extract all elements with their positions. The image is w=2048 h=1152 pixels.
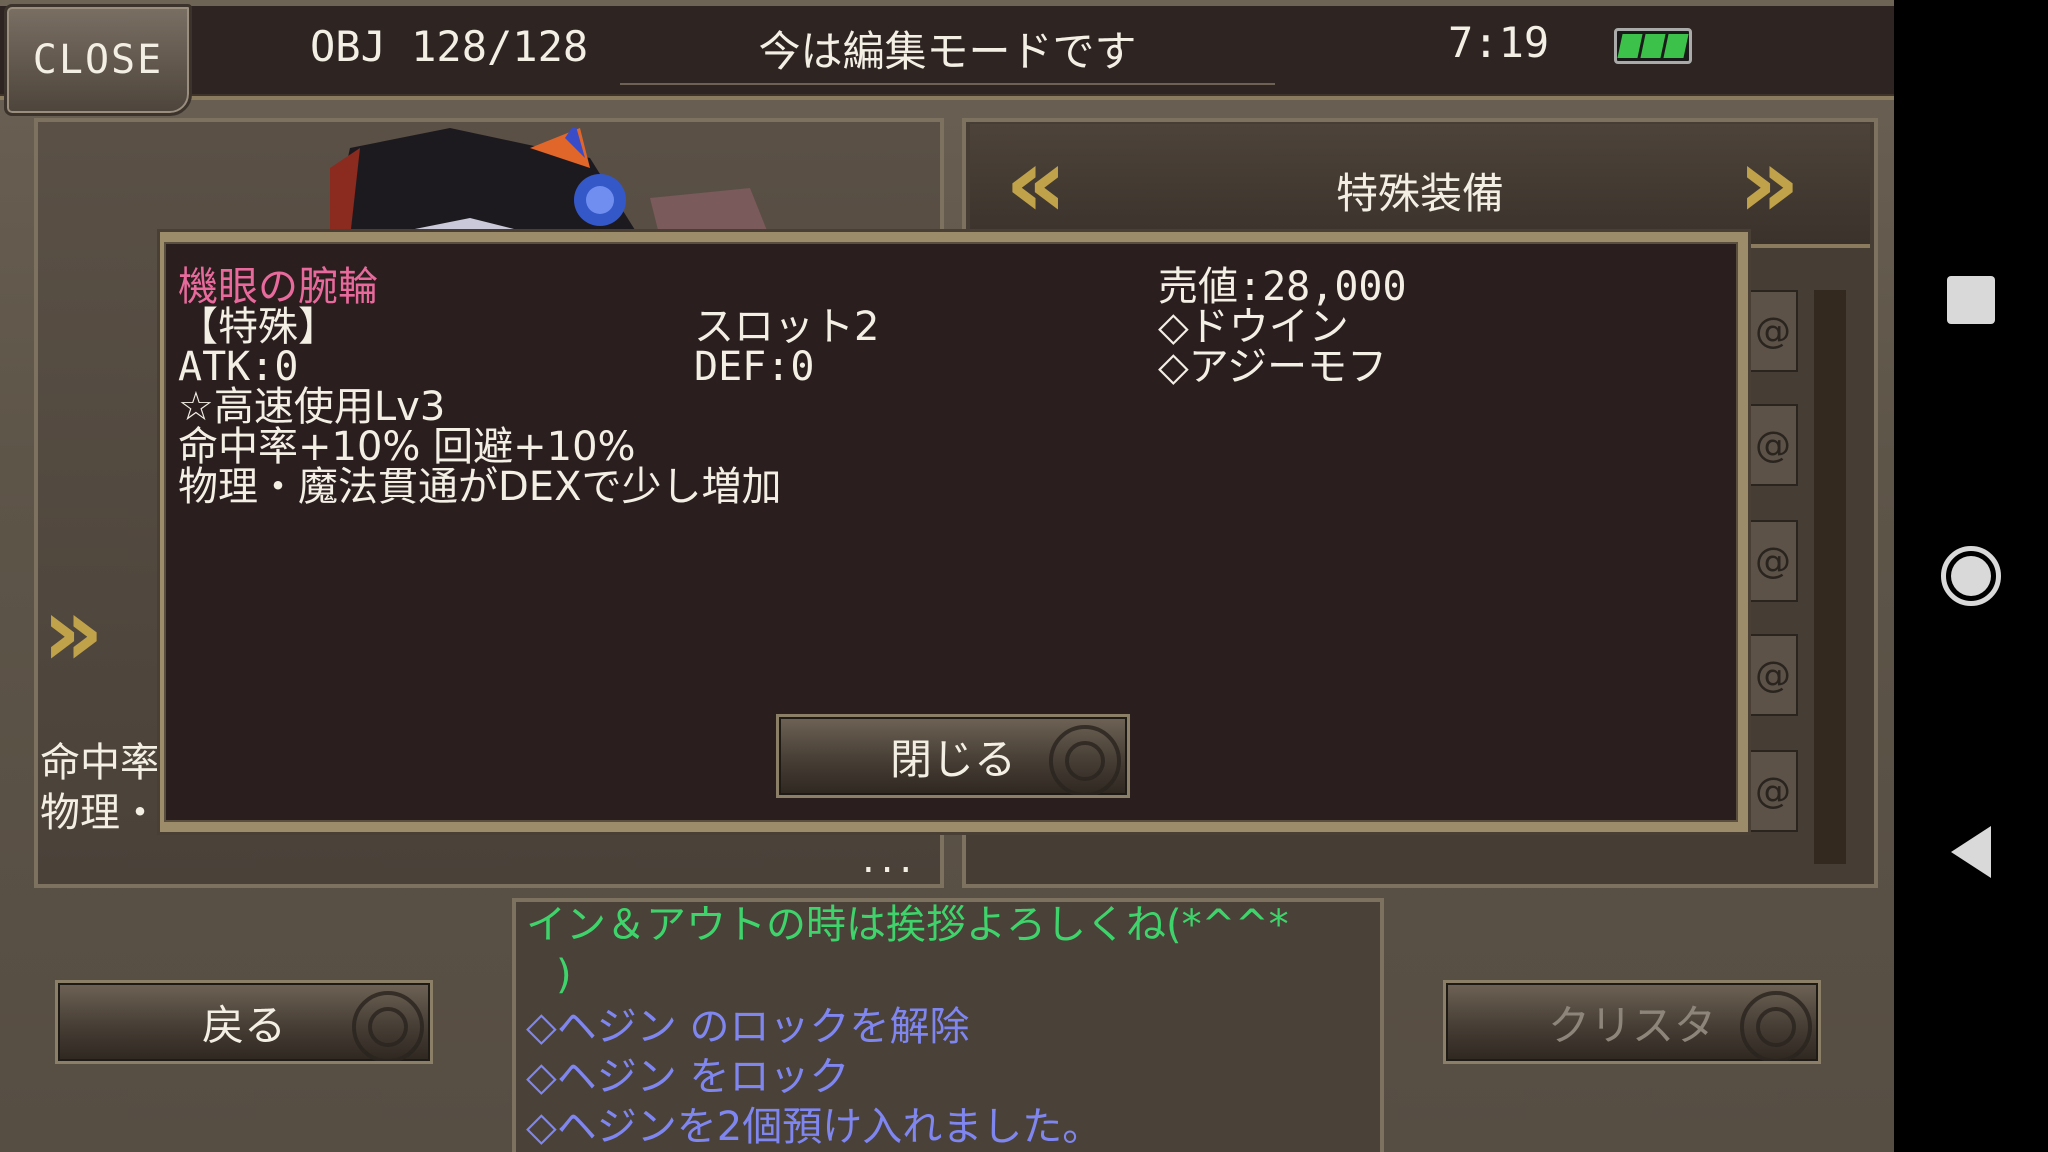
top-bar: OBJ 128/128 今は編集モードです 7:19 bbox=[0, 0, 1894, 100]
item-effect-2: 物理・魔法貫通がDEXで少し増加 bbox=[178, 464, 782, 510]
item-effect-1: 命中率+10% 回避+10% bbox=[178, 424, 636, 470]
item-slot: スロット2 bbox=[694, 304, 880, 350]
item-name: 機眼の腕輪 bbox=[178, 264, 378, 310]
crysta-button[interactable]: クリスタ bbox=[1443, 980, 1821, 1064]
system-navigation-bar bbox=[1894, 0, 2048, 1152]
close-popup-button[interactable]: 閉じる bbox=[776, 714, 1130, 798]
chat-message-lock: ◇ヘジン をロック bbox=[526, 1054, 850, 1100]
item-source-2: ◇アジーモフ bbox=[1158, 344, 1388, 390]
more-indicator: ... bbox=[862, 836, 919, 882]
swirl-ornament-icon bbox=[1049, 725, 1121, 795]
item-detail-popup: 機眼の腕輪 【特殊】 スロット2 ATK:0 DEF:0 ☆高速使用Lv3 命中… bbox=[160, 232, 1748, 832]
item-atk: ATK:0 bbox=[178, 344, 299, 390]
list-item[interactable]: @ bbox=[1748, 750, 1798, 832]
list-scrollbar[interactable] bbox=[1814, 290, 1846, 864]
chat-message-deposit: ◇ヘジンを2個預け入れました。 bbox=[526, 1104, 1103, 1150]
back-button-label: 戻る bbox=[201, 1000, 286, 1050]
swirl-ornament-icon bbox=[1740, 991, 1812, 1061]
triangle-back-icon bbox=[1951, 826, 1991, 878]
chat-message-unlock: ◇ヘジン のロックを解除 bbox=[526, 1004, 970, 1050]
close-button[interactable]: CLOSE bbox=[4, 4, 192, 116]
stat-stub-text-2: 物理・ bbox=[40, 790, 160, 836]
battery-icon bbox=[1614, 28, 1692, 64]
back-nav-button[interactable] bbox=[1894, 824, 2048, 880]
close-popup-label: 閉じる bbox=[889, 734, 1016, 784]
chat-message-greeting: イン＆アウトの時は挨拶よろしくね(*^^* bbox=[526, 902, 1289, 948]
next-character-arrow-icon[interactable]: » bbox=[42, 582, 122, 692]
game-screen: OBJ 128/128 今は編集モードです 7:19 CLOSE » 命中率 物… bbox=[0, 0, 1894, 1152]
character-model-image bbox=[330, 128, 770, 238]
circle-icon bbox=[1941, 546, 2001, 606]
recents-button[interactable] bbox=[1894, 276, 2048, 324]
item-category: 【特殊】 bbox=[178, 304, 338, 350]
clock-time: 7:19 bbox=[1448, 18, 1550, 67]
list-item[interactable]: @ bbox=[1748, 520, 1798, 602]
square-icon bbox=[1947, 276, 1995, 324]
item-price: 売値:28,000 bbox=[1158, 264, 1407, 310]
list-item[interactable]: @ bbox=[1748, 404, 1798, 486]
category-title: 特殊装備 bbox=[1335, 169, 1504, 218]
mode-status-text: 今は編集モードです bbox=[620, 18, 1275, 85]
back-button[interactable]: 戻る bbox=[55, 980, 433, 1064]
double-chevron-right-icon[interactable]: » bbox=[1738, 135, 1800, 231]
swirl-ornament-icon bbox=[352, 991, 424, 1061]
chat-log[interactable]: イン＆アウトの時は挨拶よろしくね(*^^* ) ◇ヘジン のロックを解除 ◇ヘジ… bbox=[512, 898, 1384, 1152]
crysta-button-label: クリスタ bbox=[1547, 1000, 1716, 1050]
list-item[interactable]: @ bbox=[1748, 290, 1798, 372]
item-source-1: ◇ドウイン bbox=[1158, 304, 1349, 350]
chat-message-greeting-cont: ) bbox=[556, 952, 572, 998]
object-count: OBJ 128/128 bbox=[310, 22, 589, 71]
home-button[interactable] bbox=[1894, 546, 2048, 606]
item-skill: ☆高速使用Lv3 bbox=[178, 384, 446, 430]
list-item[interactable]: @ bbox=[1748, 634, 1798, 716]
item-def: DEF:0 bbox=[694, 344, 815, 390]
